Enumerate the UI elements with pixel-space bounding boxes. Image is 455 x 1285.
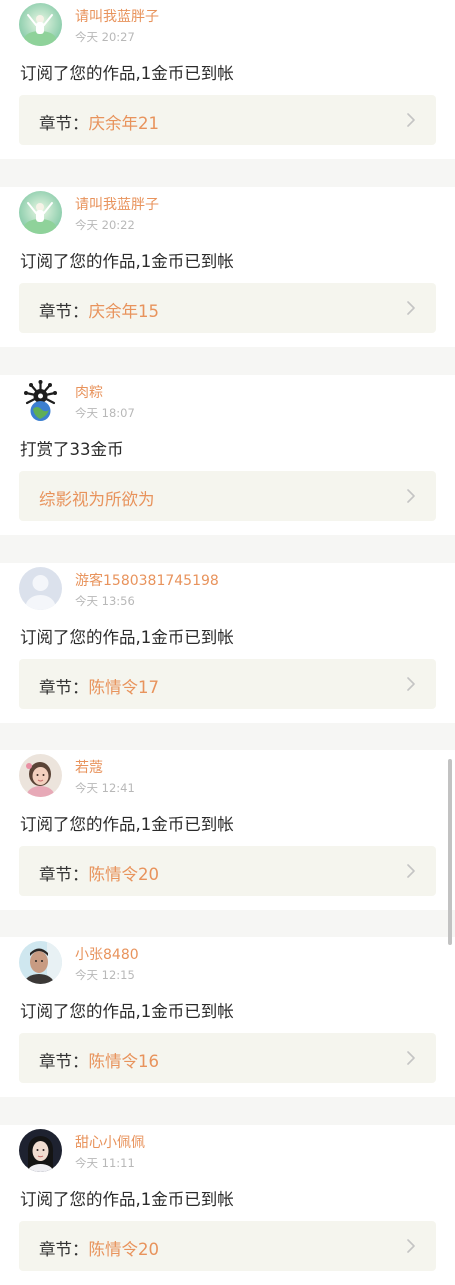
chevron-right-icon: [407, 113, 415, 127]
chevron-right-icon: [407, 864, 415, 878]
notification-message: 订阅了您的作品,1金币已到帐: [20, 1190, 234, 1209]
chapter-label: 章节：: [39, 302, 89, 321]
notification-message: 订阅了您的作品,1金币已到帐: [20, 628, 234, 647]
chapter-link-text: 章节：庆余年15: [39, 298, 159, 322]
chapter-title: 庆余年15: [88, 302, 160, 321]
user-name[interactable]: 游客1580381745198: [75, 570, 219, 590]
chapter-title: 陈情令20: [88, 1240, 160, 1259]
avatar[interactable]: [19, 3, 62, 46]
chapter-link[interactable]: 章节：陈情令20: [19, 1221, 436, 1271]
user-name[interactable]: 小张8480: [75, 944, 139, 964]
user-name[interactable]: 若蔻: [75, 757, 103, 777]
notification-card: 小张8480 今天 12:15 订阅了您的作品,1金币已到帐 章节：陈情令16: [0, 937, 455, 1097]
timestamp: 今天 12:15: [75, 968, 135, 982]
notification-card: 肉粽 今天 18:07 打赏了33金币 综影视为所欲为: [0, 375, 455, 535]
chapter-link[interactable]: 章节：陈情令20: [19, 846, 436, 896]
timestamp: 今天 11:11: [75, 1156, 135, 1170]
notification-card: 游客1580381745198 今天 13:56 订阅了您的作品,1金币已到帐 …: [0, 563, 455, 723]
chapter-title: 庆余年21: [88, 114, 160, 133]
user-name[interactable]: 请叫我蓝胖子: [75, 194, 159, 214]
chapter-link-text: 章节：陈情令16: [39, 1048, 159, 1072]
work-link[interactable]: 综影视为所欲为: [19, 471, 436, 521]
avatar[interactable]: [19, 191, 62, 234]
notification-card: 若蔻 今天 12:41 订阅了您的作品,1金币已到帐 章节：陈情令20: [0, 750, 455, 910]
chapter-label: 章节：: [39, 865, 89, 884]
chapter-label: 章节：: [39, 114, 89, 133]
chevron-right-icon: [407, 489, 415, 503]
chapter-link[interactable]: 章节：陈情令16: [19, 1033, 436, 1083]
avatar[interactable]: [19, 941, 62, 984]
chapter-title: 陈情令20: [88, 865, 160, 884]
chapter-link[interactable]: 章节：庆余年21: [19, 95, 436, 145]
chapter-label: 章节：: [39, 678, 89, 697]
chapter-link-text: 章节：陈情令17: [39, 674, 159, 698]
user-name[interactable]: 肉粽: [75, 382, 103, 402]
notification-card: 请叫我蓝胖子 今天 20:22 订阅了您的作品,1金币已到帐 章节：庆余年15: [0, 187, 455, 347]
avatar[interactable]: [19, 567, 62, 610]
timestamp: 今天 13:56: [75, 594, 135, 608]
avatar[interactable]: [19, 1129, 62, 1172]
avatar[interactable]: [19, 754, 62, 797]
work-title: 综影视为所欲为: [39, 490, 155, 509]
chapter-label: 章节：: [39, 1240, 89, 1259]
chevron-right-icon: [407, 677, 415, 691]
work-link-text: 综影视为所欲为: [39, 486, 155, 510]
user-name[interactable]: 甜心小佩佩: [75, 1132, 145, 1152]
chapter-link-text: 章节：庆余年21: [39, 110, 159, 134]
timestamp: 今天 18:07: [75, 406, 135, 420]
avatar[interactable]: [19, 379, 62, 422]
timestamp: 今天 20:22: [75, 218, 135, 232]
user-name[interactable]: 请叫我蓝胖子: [75, 6, 159, 26]
scrollbar-thumb[interactable]: [448, 759, 452, 945]
chevron-right-icon: [407, 1051, 415, 1065]
timestamp: 今天 20:27: [75, 30, 135, 44]
chapter-link[interactable]: 章节：庆余年15: [19, 283, 436, 333]
notification-message: 订阅了您的作品,1金币已到帐: [20, 252, 234, 271]
notification-message: 打赏了33金币: [20, 440, 124, 459]
chevron-right-icon: [407, 1239, 415, 1253]
chapter-label: 章节：: [39, 1052, 89, 1071]
chapter-link-text: 章节：陈情令20: [39, 861, 159, 885]
chapter-link-text: 章节：陈情令20: [39, 1236, 159, 1260]
notification-message: 订阅了您的作品,1金币已到帐: [20, 815, 234, 834]
chapter-title: 陈情令16: [88, 1052, 160, 1071]
notification-card: 请叫我蓝胖子 今天 20:27 订阅了您的作品,1金币已到帐 章节：庆余年21: [0, 0, 455, 159]
chevron-right-icon: [407, 301, 415, 315]
notification-message: 订阅了您的作品,1金币已到帐: [20, 64, 234, 83]
timestamp: 今天 12:41: [75, 781, 135, 795]
notification-message: 订阅了您的作品,1金币已到帐: [20, 1002, 234, 1021]
chapter-title: 陈情令17: [88, 678, 160, 697]
notification-card: 甜心小佩佩 今天 11:11 订阅了您的作品,1金币已到帐 章节：陈情令20: [0, 1125, 455, 1285]
chapter-link[interactable]: 章节：陈情令17: [19, 659, 436, 709]
